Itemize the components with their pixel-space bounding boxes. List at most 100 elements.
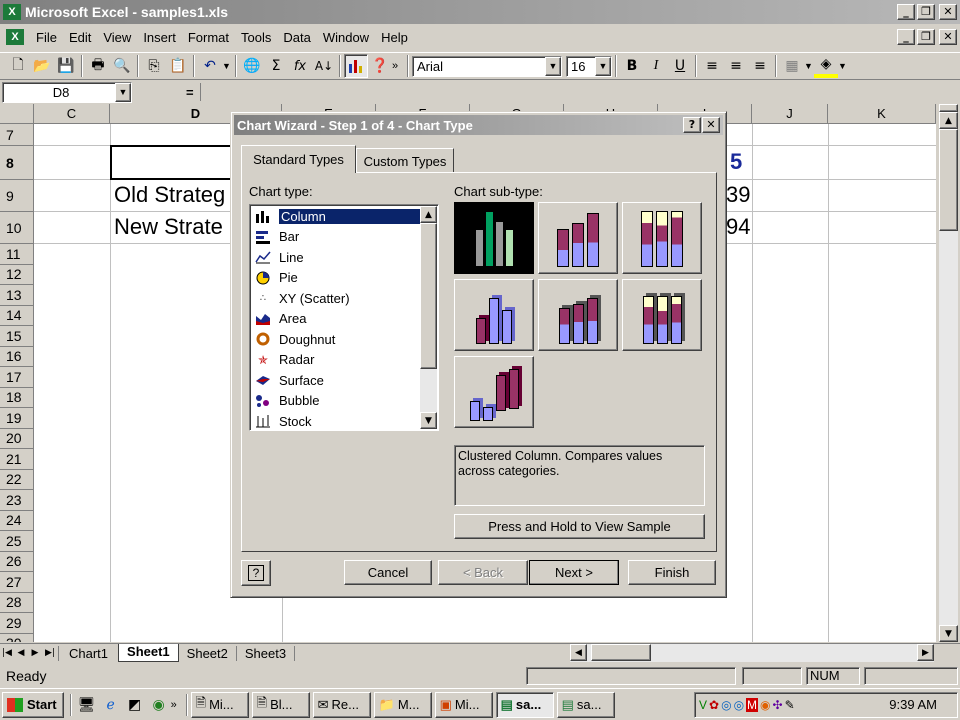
quicklaunch-icon[interactable]: ◩ [123,693,147,717]
menu-file[interactable]: File [30,30,63,45]
borders-icon[interactable]: ▦ [780,54,804,78]
paste-icon[interactable]: 📋 [166,54,190,78]
taskbar-item[interactable]: ▣ Mi... [434,691,493,718]
menu-format[interactable]: Format [182,30,235,45]
office-assistant-icon[interactable]: ❓ [368,54,392,78]
tray-icon[interactable]: ◎ [734,698,744,712]
office-assistant-button[interactable]: ? [241,560,271,586]
tray-icon[interactable]: M [746,697,759,712]
chart-type-surface[interactable]: Surface [251,370,437,391]
column-header-c[interactable]: C [34,104,110,124]
row-header[interactable]: 27 [0,572,34,593]
menu-window[interactable]: Window [317,30,375,45]
row-header[interactable]: 30 [0,633,34,642]
taskbar-more-icon[interactable]: » [171,699,183,711]
row-header[interactable]: 17 [0,367,34,388]
horizontal-scrollbar[interactable]: ◀ ▶ [570,644,934,662]
next-button[interactable]: Next > [529,560,619,585]
chart-type-list[interactable]: Column Bar Line Pie ∴ XY (Scatter) Area D… [249,204,439,431]
fill-color-icon[interactable]: ◈ [814,54,838,78]
name-box[interactable]: D8 ▼ [2,81,132,103]
subtype-3d-column[interactable] [454,356,534,428]
toolbar-more-icon[interactable]: » [392,60,404,72]
row-header[interactable]: 12 [0,264,34,285]
row-header[interactable]: 16 [0,346,34,367]
tray-icon[interactable]: V [699,698,707,712]
undo-dropdown-icon[interactable]: ▼ [222,61,232,71]
list-scrollbar[interactable]: ▲ ▼ [420,206,437,429]
doc-restore-button[interactable]: ❐ [917,29,935,45]
subtype-stacked-column[interactable] [538,202,618,274]
chart-wizard-icon[interactable] [344,54,368,78]
chart-type-pie[interactable]: Pie [251,268,437,289]
tab-custom-types[interactable]: Custom Types [356,148,454,173]
chevron-down-icon[interactable]: ▼ [115,82,131,102]
menu-tools[interactable]: Tools [235,30,277,45]
menu-edit[interactable]: Edit [63,30,97,45]
function-icon[interactable]: fx [288,54,312,78]
chart-type-doughnut[interactable]: Doughnut [251,329,437,350]
tray-icon[interactable]: ✣ [773,698,783,712]
chart-type-xy-scatter[interactable]: ∴ XY (Scatter) [251,288,437,309]
chart-type-column[interactable]: Column [251,206,438,227]
row-header[interactable]: 9 [0,180,34,212]
last-sheet-button[interactable]: ▶| [42,645,58,662]
print-preview-icon[interactable]: 🔍 [110,54,134,78]
start-button[interactable]: Start [2,691,64,718]
sheet-tab-sheet3[interactable]: Sheet3 [237,645,296,661]
cell-i8[interactable]: 5 [730,149,742,175]
chart-type-radar[interactable]: ✯ Radar [251,350,437,371]
chart-type-stock[interactable]: Stock [251,411,437,432]
row-header[interactable]: 20 [0,428,34,449]
chart-type-area[interactable]: Area [251,309,437,330]
row-header[interactable]: 11 [0,244,34,265]
row-header[interactable]: 10 [0,212,34,244]
open-icon[interactable]: 📂 [30,54,54,78]
row-header[interactable]: 25 [0,531,34,552]
undo-icon[interactable]: ↶ [198,54,222,78]
row-header[interactable]: 29 [0,613,34,634]
taskbar-item[interactable]: 🗎 Bl... [251,691,310,718]
align-right-icon[interactable]: ≡ [748,54,772,78]
tray-icon[interactable]: ✎ [785,698,795,712]
chart-type-bar[interactable]: Bar [251,227,437,248]
list-scroll-thumb[interactable] [420,223,437,369]
row-header[interactable]: 7 [0,124,34,146]
tab-standard-types[interactable]: Standard Types [241,145,356,173]
row-header[interactable]: 26 [0,551,34,572]
row-header[interactable]: 13 [0,285,34,306]
row-header[interactable]: 21 [0,449,34,470]
subtype-clustered-column[interactable] [454,202,534,274]
scroll-down-button[interactable]: ▼ [939,625,958,642]
row-header[interactable]: 15 [0,326,34,347]
row-header[interactable]: 24 [0,510,34,531]
taskbar-item-active[interactable]: ▤ sa... [495,691,554,718]
row-header[interactable]: 28 [0,592,34,613]
first-sheet-button[interactable]: |◀ [0,645,14,662]
show-desktop-icon[interactable]: 🖥 [75,693,99,717]
scroll-up-button[interactable]: ▲ [939,112,958,129]
copy-icon[interactable]: ⎘ [142,54,166,78]
list-scroll-down-button[interactable]: ▼ [420,412,437,429]
align-left-icon[interactable]: ≡ [700,54,724,78]
split-box[interactable] [939,104,958,112]
dialog-help-button[interactable]: ? [683,117,701,133]
restore-button[interactable]: ❐ [917,4,935,20]
chart-type-line[interactable]: Line [251,247,437,268]
list-scroll-up-button[interactable]: ▲ [420,206,437,223]
subtype-3d-100-stacked-column[interactable] [622,279,702,351]
italic-button[interactable]: I [644,54,668,78]
press-hold-sample-button[interactable]: Press and Hold to View Sample [454,514,705,539]
vertical-scrollbar[interactable]: ▲ ▼ [939,104,958,642]
menu-data[interactable]: Data [277,30,316,45]
fill-dropdown-icon[interactable]: ▼ [838,61,848,71]
scroll-left-button[interactable]: ◀ [570,644,587,661]
row-header[interactable]: 14 [0,305,34,326]
font-name-combo[interactable]: Arial ▼ [412,55,562,77]
doc-close-button[interactable]: ✕ [939,29,957,45]
taskbar-item[interactable]: ▤ sa... [556,691,615,718]
cell-i10[interactable]: 94 [726,214,750,240]
sheet-tab-sheet2[interactable]: Sheet2 [179,645,237,661]
finish-button[interactable]: Finish [628,560,716,585]
tray-icon[interactable]: ◎ [721,698,731,712]
